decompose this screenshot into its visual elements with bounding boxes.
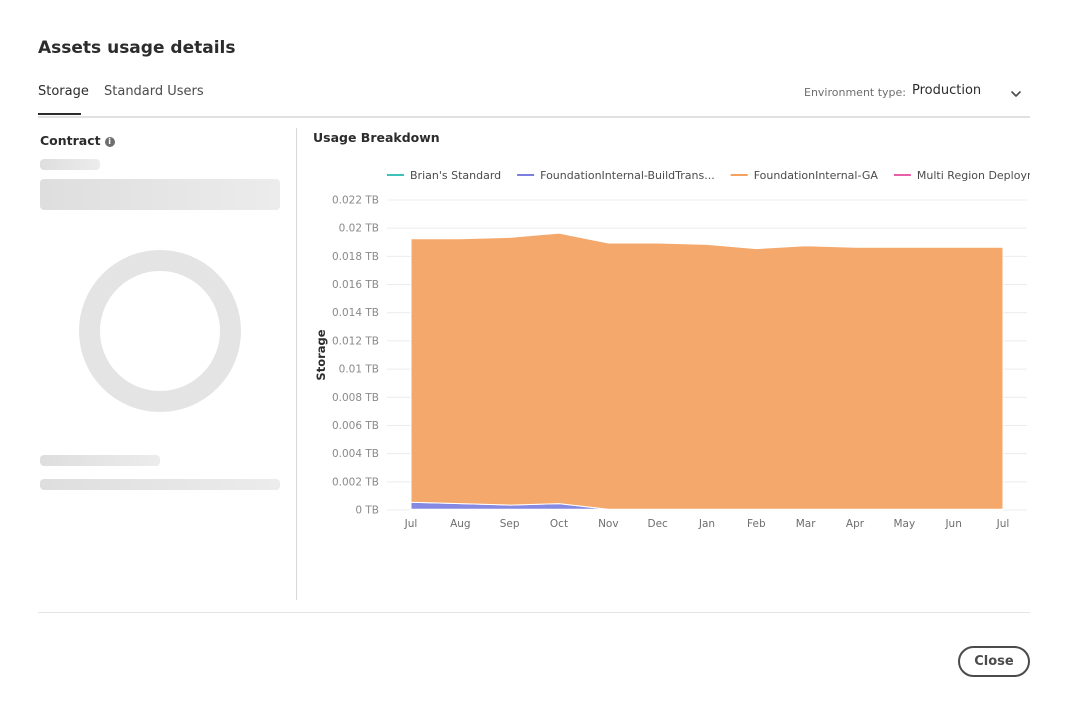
footer-divider — [38, 612, 1030, 613]
usage-area-chart: 0 TB 0.002 TB 0.004 TB 0.006 TB 0.008 TB 0.01… — [314, 169, 1067, 530]
x-tick-label: Sep — [500, 518, 520, 530]
x-tick-label: Apr — [846, 518, 865, 530]
y-tick-label: 0.012 TB — [332, 335, 379, 347]
legend-label: Multi Region Deployment Demo — [917, 169, 1030, 182]
skeleton-placeholder — [40, 159, 100, 170]
x-tick-label: Jul — [404, 518, 418, 530]
dialog-title: Assets usage details — [38, 38, 236, 58]
x-tick-label: Jun — [944, 518, 961, 530]
y-axis-title: Storage — [314, 329, 328, 380]
environment-type-dropdown[interactable]: Production — [904, 80, 1030, 106]
tab-bar: Storage Standard Users Environment type:… — [38, 80, 1030, 118]
legend-label: Brian's Standard — [410, 169, 501, 182]
usage-breakdown-title: Usage Breakdown — [313, 130, 440, 145]
info-icon[interactable]: i — [104, 137, 115, 147]
y-tick-label: 0.004 TB — [332, 448, 379, 460]
x-tick-label: Mar — [796, 518, 816, 530]
y-tick-label: 0.01 TB — [339, 364, 379, 376]
series-area — [410, 232, 1004, 510]
y-tick-label: 0.002 TB — [332, 476, 379, 488]
x-tick-label: Nov — [598, 518, 619, 530]
legend-label: FoundationInternal-BuildTrans... — [540, 169, 715, 182]
x-tick-label: Jan — [698, 518, 715, 530]
y-tick-label: 0.02 TB — [339, 223, 379, 235]
y-tick-label: 0.022 TB — [332, 195, 379, 207]
contract-panel: Contract i — [38, 128, 297, 600]
environment-type-label: Environment type: — [804, 86, 907, 99]
chevron-down-icon — [1010, 85, 1022, 104]
x-tick-label: Feb — [747, 518, 766, 530]
x-tick-label: Oct — [550, 518, 568, 530]
y-tick-label: 0.016 TB — [332, 279, 379, 291]
y-tick-label: 0.014 TB — [332, 307, 379, 319]
x-tick-label: Aug — [450, 518, 471, 530]
skeleton-placeholder — [40, 455, 160, 466]
tab-standard-users[interactable]: Standard Users — [104, 84, 204, 99]
contract-title: Contract — [40, 133, 101, 148]
y-tick-label: 0 TB — [355, 505, 379, 517]
environment-type-value: Production — [912, 83, 982, 98]
y-tick-label: 0.006 TB — [332, 420, 379, 432]
skeleton-placeholder — [40, 179, 280, 210]
active-tab-indicator — [38, 113, 81, 115]
close-button[interactable]: Close — [958, 646, 1030, 677]
y-tick-label: 0.008 TB — [332, 392, 379, 404]
x-tick-label: Jul — [996, 518, 1010, 530]
usage-chart: 0 TB 0.002 TB 0.004 TB 0.006 TB 0.008 TB 0.01… — [313, 160, 1067, 540]
tab-storage[interactable]: Storage — [38, 84, 89, 99]
skeleton-placeholder — [40, 479, 280, 490]
x-tick-label: Dec — [648, 518, 669, 530]
y-tick-label: 0.018 TB — [332, 251, 379, 263]
legend-label: FoundationInternal-GA — [754, 169, 879, 182]
skeleton-donut — [79, 250, 241, 412]
x-tick-label: May — [893, 518, 915, 530]
